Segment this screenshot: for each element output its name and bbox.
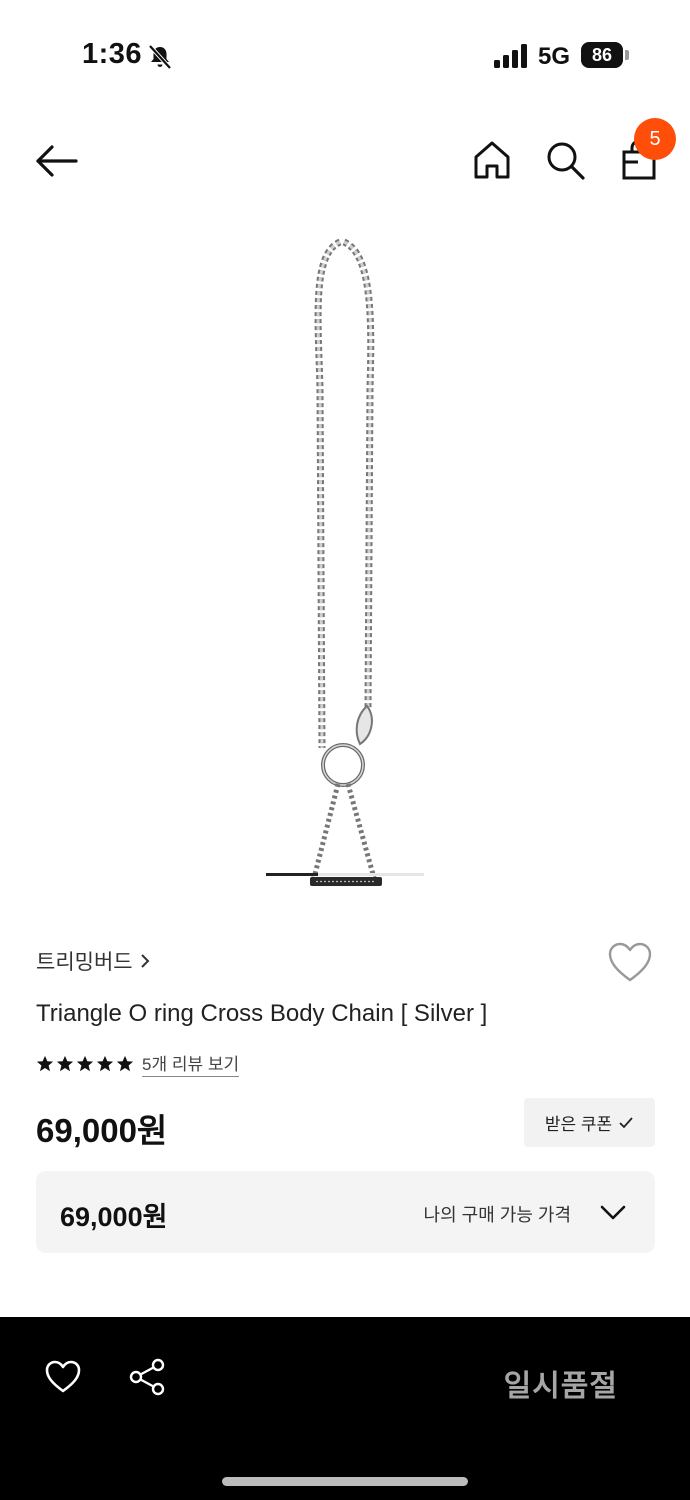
coupon-button[interactable]: 받은 쿠폰: [524, 1098, 655, 1147]
status-bar: 1:36 5G 86: [0, 0, 690, 110]
my-price-value: 69,000원: [60, 1202, 168, 1232]
battery-tip: [625, 50, 629, 60]
coupon-label: 받은 쿠폰: [544, 1115, 613, 1134]
chevron-right-icon: [140, 954, 150, 968]
my-price-label: 나의 구매 가능 가격: [423, 1205, 571, 1225]
share-icon[interactable]: [128, 1357, 168, 1397]
brand-link[interactable]: 트리밍버드: [36, 946, 151, 976]
bell-slash-icon: [148, 44, 172, 70]
star-icon: [96, 1055, 114, 1071]
heart-icon[interactable]: [44, 1359, 82, 1395]
chevron-down-icon[interactable]: [599, 1199, 627, 1225]
arrow-left-icon[interactable]: [30, 140, 82, 182]
brand-name: 트리밍버드: [36, 951, 133, 974]
star-icon: [116, 1055, 134, 1071]
search-icon[interactable]: [543, 138, 587, 182]
status-time: 1:36: [82, 38, 143, 70]
nav-bar: 5: [0, 118, 690, 208]
heart-icon[interactable]: [606, 940, 654, 986]
battery-level: 86: [581, 42, 623, 68]
home-indicator[interactable]: [222, 1477, 468, 1486]
my-price-panel[interactable]: 69,000원 나의 구매 가능 가격: [36, 1171, 655, 1253]
network-type: 5G: [538, 43, 571, 70]
star-rating: [36, 1055, 134, 1073]
product-price: 69,000원: [36, 1112, 168, 1149]
bottom-action-bar: 일시품절: [0, 1317, 690, 1500]
soldout-button[interactable]: 일시품절: [504, 1361, 618, 1405]
check-icon: [619, 1116, 633, 1128]
product-title: Triangle O ring Cross Body Chain [ Silve…: [36, 1000, 488, 1027]
cart-count-badge: 5: [634, 118, 676, 160]
star-icon: [76, 1055, 94, 1071]
carousel-progress-fill: [266, 873, 319, 876]
home-icon[interactable]: [470, 138, 514, 182]
product-image[interactable]: [240, 228, 450, 908]
battery-indicator: 86: [581, 42, 629, 68]
star-icon: [36, 1055, 54, 1071]
signal-icon: [494, 44, 527, 68]
carousel-progress: [266, 873, 424, 876]
rating-row: 5개 리뷰 보기: [36, 1050, 240, 1077]
review-link[interactable]: 5개 리뷰 보기: [142, 1050, 240, 1077]
star-icon: [56, 1055, 74, 1071]
